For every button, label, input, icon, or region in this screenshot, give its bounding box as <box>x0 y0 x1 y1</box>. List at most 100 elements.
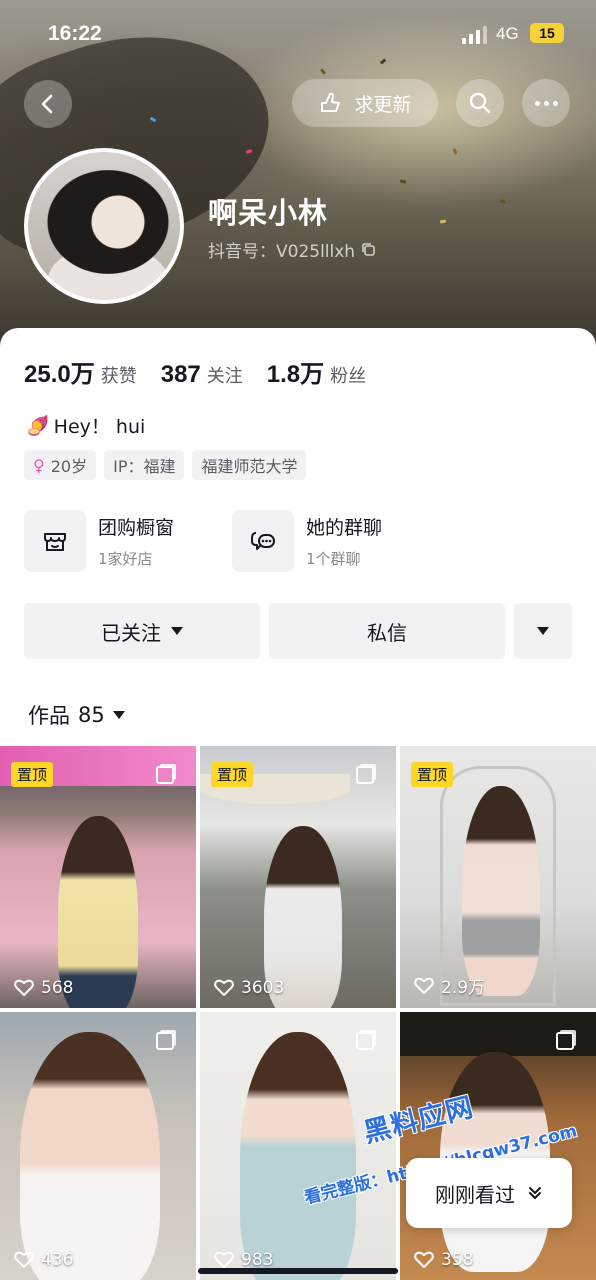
search-button[interactable] <box>456 79 504 127</box>
confetti-dot <box>452 148 458 155</box>
likes-label: 获赞 <box>100 366 137 387</box>
request-update-button[interactable]: 求更新 <box>292 79 438 127</box>
tile-likes: 568 <box>14 978 73 998</box>
likes-count[interactable]: 25.0万 <box>24 354 95 389</box>
chat-group-icon <box>251 532 275 550</box>
heart-icon <box>14 1251 34 1268</box>
video-tile[interactable]: 置顶 568 <box>0 746 196 1008</box>
multi-image-icon <box>356 1032 374 1050</box>
heart-icon <box>14 979 34 996</box>
works-label: 作品 <box>28 704 70 728</box>
group-buy-title: 团购橱窗 <box>98 517 175 539</box>
school-tag[interactable]: 福建师范大学 <box>192 450 307 480</box>
back-button[interactable] <box>24 80 72 128</box>
message-button[interactable]: 私信 <box>269 603 505 659</box>
tile-likes-count: 983 <box>241 1250 274 1270</box>
sweet-potato-emoji: 🍠 <box>26 415 50 437</box>
school-tag-text: 福建师范大学 <box>201 457 298 476</box>
chevron-down-icon <box>171 627 183 635</box>
status-bar: 16:22 4G 15 <box>0 0 596 70</box>
group-buy-subtitle: 1家好店 <box>98 550 153 568</box>
back-arrow-icon <box>41 94 53 114</box>
pinned-badge: 置顶 <box>11 762 54 787</box>
entry-icon-box <box>232 510 294 572</box>
tile-likes: 358 <box>414 1250 473 1270</box>
works-tab[interactable]: 作品 85 <box>28 700 125 730</box>
following-label: 关注 <box>206 366 243 387</box>
tile-likes: 983 <box>214 1250 273 1270</box>
double-chevron-down-icon <box>529 1187 541 1199</box>
entry-text: 她的群聊 1个群聊 <box>306 513 382 569</box>
network-type: 4G <box>496 24 519 43</box>
following-count[interactable]: 387 <box>161 361 201 389</box>
tile-likes: 2.9万 <box>414 973 485 998</box>
multi-image-icon <box>556 1032 574 1050</box>
profile-tags: ♀ 20岁 IP：福建 福建师范大学 <box>24 450 307 480</box>
douyin-id[interactable]: 抖音号：V025lllxh <box>208 237 377 262</box>
bio-text: Hey！ hui <box>53 416 146 438</box>
followed-button[interactable]: 已关注 <box>24 603 260 659</box>
followers-count[interactable]: 1.8万 <box>267 354 324 389</box>
tile-likes-count: 2.9万 <box>441 978 486 998</box>
profile-stats: 25.0万 获赞 387 关注 1.8万 粉丝 <box>24 354 390 389</box>
multi-image-icon <box>156 766 174 784</box>
multi-image-icon <box>356 766 374 784</box>
battery-level: 15 <box>530 23 564 43</box>
recently-viewed-button[interactable]: 刚刚看过 <box>406 1158 572 1228</box>
age-tag: ♀ 20岁 <box>24 450 97 480</box>
bio: 🍠 Hey！ hui <box>26 412 145 439</box>
followers-label: 粉丝 <box>330 366 367 387</box>
message-label: 私信 <box>367 620 407 645</box>
douyin-id-text: 抖音号：V025lllxh <box>208 242 356 262</box>
ip-tag-text: IP：福建 <box>113 457 176 476</box>
video-tile[interactable]: 置顶 2.9万 <box>400 746 596 1008</box>
group-chat-title: 她的群聊 <box>306 517 383 539</box>
group-buy-showcase-entry[interactable]: 团购橱窗 1家好店 <box>24 510 174 572</box>
tile-figure <box>20 1032 160 1280</box>
recently-viewed-label: 刚刚看过 <box>435 1182 515 1207</box>
tile-likes-count: 568 <box>41 978 74 998</box>
more-dots-icon <box>534 100 558 106</box>
shop-icon <box>44 533 66 551</box>
tile-likes: 3603 <box>214 978 284 998</box>
home-indicator <box>198 1268 398 1274</box>
ip-tag: IP：福建 <box>104 450 185 480</box>
avatar[interactable] <box>24 148 184 304</box>
pinned-badge: 置顶 <box>211 762 254 787</box>
heart-icon <box>214 1251 234 1268</box>
tile-figure <box>462 786 540 996</box>
confetti-dot <box>439 219 447 224</box>
video-tile[interactable]: 置顶 3603 <box>200 746 396 1008</box>
heart-icon <box>414 977 434 994</box>
followed-label: 已关注 <box>101 620 161 645</box>
request-update-label: 求更新 <box>354 93 412 116</box>
tile-likes-count: 436 <box>41 1250 74 1270</box>
tile-likes: 436 <box>14 1250 73 1270</box>
search-icon <box>469 92 491 114</box>
more-button[interactable] <box>522 79 570 127</box>
tile-figure <box>240 1032 356 1280</box>
hand-point-icon <box>321 92 341 112</box>
heart-icon <box>414 1251 434 1268</box>
tile-likes-count: 358 <box>441 1250 474 1270</box>
status-time: 16:22 <box>48 22 102 45</box>
entry-text: 团购橱窗 1家好店 <box>98 513 174 569</box>
more-actions-button[interactable] <box>514 603 572 659</box>
copy-icon[interactable] <box>361 242 377 258</box>
female-icon: ♀ <box>33 455 45 475</box>
chevron-down-icon <box>537 627 549 635</box>
confetti-dot <box>499 199 507 204</box>
works-count: 85 <box>78 703 105 727</box>
heart-icon <box>214 979 234 996</box>
multi-image-icon <box>156 1032 174 1050</box>
group-chat-subtitle: 1个群聊 <box>306 550 361 568</box>
tile-likes-count: 3603 <box>241 978 285 998</box>
entry-icon-box <box>24 510 86 572</box>
chevron-down-icon <box>112 711 125 719</box>
pinned-badge: 置顶 <box>411 762 454 787</box>
profile-header: 16:22 4G 15 求更新 啊呆小林 抖音号：V025lllxh <box>0 0 596 350</box>
group-chat-entry[interactable]: 她的群聊 1个群聊 <box>232 510 382 572</box>
age-tag-text: 20岁 <box>50 457 88 476</box>
video-tile[interactable]: 436 <box>0 1012 196 1280</box>
nickname: 啊呆小林 <box>208 196 329 230</box>
